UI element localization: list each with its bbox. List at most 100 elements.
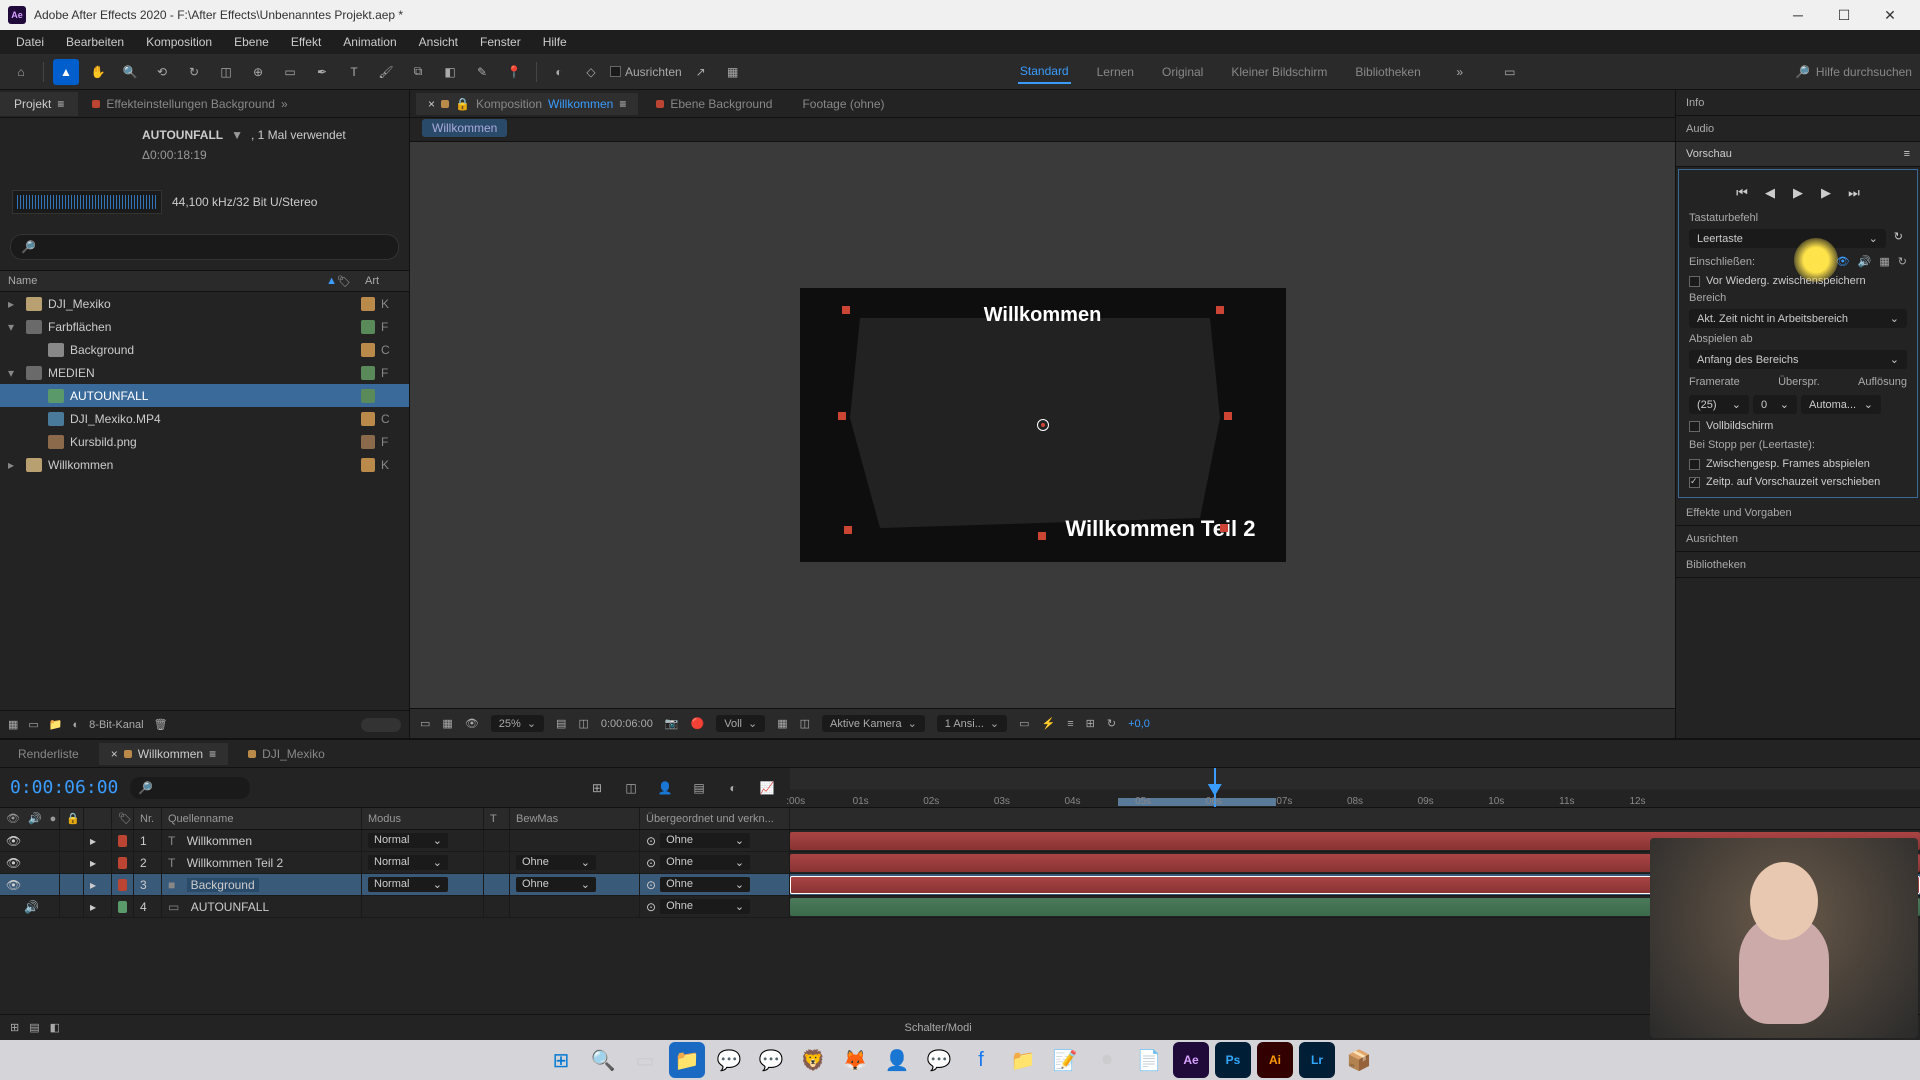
roto-tool[interactable]: ✎ [469,59,495,85]
panel-audio[interactable]: Audio [1676,116,1920,142]
fast-preview-icon[interactable]: ⚡ [1042,717,1056,730]
orbit-tool[interactable]: ⟲ [149,59,175,85]
pickwhip-icon[interactable]: ⊙ [646,900,656,914]
skip-dropdown[interactable]: 0⌄ [1753,395,1797,414]
toggle-in-out-icon[interactable]: ◧ [50,1021,60,1034]
expand-icon[interactable]: ▸ [90,834,96,848]
taskbar-notes-icon[interactable]: 📝 [1047,1042,1083,1078]
align-checkbox[interactable] [610,66,621,77]
tab-dji-mexiko[interactable]: DJI_Mexiko [236,743,337,765]
tree-item-farbflaechen[interactable]: ▾ Farbflächen F [0,315,409,338]
taskbar-illustrator-icon[interactable]: Ai [1257,1042,1293,1078]
time-display[interactable]: 0:00:06:00 [601,718,653,730]
include-overlays-icon[interactable]: ▦ [1879,255,1889,268]
mask-handle[interactable] [1038,532,1046,540]
close-icon[interactable]: × [111,747,118,761]
solo-col-icon[interactable]: ● [50,813,57,825]
anchor-point-icon[interactable] [1037,419,1049,431]
last-frame-button[interactable]: ⏭ [1845,184,1863,202]
lock-col-icon[interactable]: 🔒 [60,808,84,829]
parent-dropdown[interactable]: Ohne⌄ [660,833,750,848]
layer-color-icon[interactable] [118,835,127,847]
cache-checkbox[interactable] [1689,276,1700,287]
current-time[interactable]: 0:00:06:00 [10,777,118,798]
breadcrumb[interactable]: Willkommen [422,119,507,137]
text-tool[interactable]: T [341,59,367,85]
viewer-tab-footage[interactable]: Footage (ohne) [790,93,896,115]
selection-tool[interactable]: ▲ [53,59,79,85]
guides-icon[interactable]: ◫ [800,717,810,730]
layer-name[interactable]: Willkommen Teil 2 [187,856,283,870]
layer-row-4[interactable]: 🔊 ▸ 4 ▭ AUTOUNFALL ⊙Ohne⌄ [0,896,1920,918]
taskbar-taskview-icon[interactable]: ▭ [627,1042,663,1078]
tree-item-dji-mexiko[interactable]: ▸ DJI_Mexiko K [0,292,409,315]
pickwhip-icon[interactable]: ⊙ [646,856,656,870]
timeline-icon[interactable]: ≡ [1067,718,1073,730]
grid-icon[interactable]: ▦ [720,59,746,85]
new-adjust-icon[interactable]: ◐ [73,719,80,731]
shape-tool[interactable]: ▭ [277,59,303,85]
hand-tool[interactable]: ✋ [85,59,111,85]
taskbar-start-icon[interactable]: ⊞ [543,1042,579,1078]
audio-col-icon[interactable]: 🔊 [28,812,42,825]
home-tool[interactable]: ⌂ [8,59,34,85]
expand-icon[interactable]: ▸ [90,900,96,914]
taskbar-obs-icon[interactable]: ⏺ [1089,1042,1125,1078]
layer-name[interactable]: Willkommen [187,834,252,848]
tab-project[interactable]: Projekt ≡ [0,92,78,116]
camera-dropdown[interactable]: Aktive Kamera⌄ [822,715,925,732]
first-frame-button[interactable]: ⏮ [1733,184,1751,202]
interpret-icon[interactable]: ▦ [8,718,18,731]
col-tag-icon[interactable]: 🏷 [337,275,365,288]
taskbar-app-icon[interactable]: 👤 [879,1042,915,1078]
mask-handle[interactable] [1216,306,1224,314]
tab-effect-controls[interactable]: Effekteinstellungen Background » [78,92,301,116]
rotate-tool[interactable]: ↻ [181,59,207,85]
tree-item-dji-mp4[interactable]: DJI_Mexiko.MP4 C [0,407,409,430]
taskbar-whatsapp-icon[interactable]: 💬 [753,1042,789,1078]
taskbar-facebook-icon[interactable]: f [963,1042,999,1078]
include-audio-icon[interactable]: 🔊 [1858,255,1872,268]
bpc-label[interactable]: 8-Bit-Kanal [89,719,143,731]
delete-icon[interactable]: 🗑 [154,718,168,731]
eraser-tool[interactable]: ◧ [437,59,463,85]
visibility-col-icon[interactable]: 👁 [6,812,20,825]
shortcut-dropdown[interactable]: Leertaste⌄ [1689,229,1886,248]
workspace-kleiner[interactable]: Kleiner Bildschirm [1229,61,1329,83]
comp-mini-flowchart-icon[interactable]: ⊞ [584,775,610,801]
layer-color-icon[interactable] [118,879,127,891]
play-from-dropdown[interactable]: Anfang des Bereichs⌄ [1689,350,1907,369]
channel-icon[interactable]: 🔴 [691,717,705,730]
col-art[interactable]: Art [365,275,401,287]
taskbar-explorer-icon[interactable]: 📁 [669,1042,705,1078]
workspace-reset-icon[interactable]: ▭ [1497,59,1523,85]
parent-dropdown[interactable]: Ohne⌄ [660,877,750,892]
reset-icon[interactable]: ↻ [1890,226,1907,251]
snapping-icon[interactable]: ↗ [688,59,714,85]
resolution-dropdown[interactable]: Voll⌄ [716,715,765,732]
cached-frames-checkbox[interactable] [1689,459,1700,470]
zoom-tool[interactable]: 🔍 [117,59,143,85]
framerate-dropdown[interactable]: (25)⌄ [1689,395,1749,414]
taskbar-app2-icon[interactable]: 📦 [1341,1042,1377,1078]
reset-exposure-icon[interactable]: ↻ [1107,717,1116,730]
menu-effekt[interactable]: Effekt [281,32,331,52]
time-ruler[interactable]: :00s 01s 02s 03s 04s 05s 06s 07s 08s 09s… [790,768,1920,807]
clone-tool[interactable]: ⧉ [405,59,431,85]
workspace-bibliotheken[interactable]: Bibliotheken [1353,61,1422,83]
lock-icon[interactable]: 🔒 [455,97,470,111]
pickwhip-icon[interactable]: ⊙ [646,878,656,892]
layer-color-icon[interactable] [118,901,127,913]
always-preview-icon[interactable]: ▭ [420,717,430,730]
grid-icon[interactable]: ▦ [777,717,787,730]
mode-dropdown[interactable]: Normal⌄ [368,855,448,870]
tree-item-medien[interactable]: ▾ MEDIEN F [0,361,409,384]
tree-item-willkommen[interactable]: ▸ Willkommen K [0,453,409,476]
loop-icon[interactable]: ↻ [1898,255,1907,268]
tree-item-kursbild[interactable]: Kursbild.png F [0,430,409,453]
viewer-tab-layer[interactable]: Ebene Background [644,93,784,115]
prev-frame-button[interactable]: ◀ [1761,184,1779,202]
taskbar-messenger-icon[interactable]: 💬 [921,1042,957,1078]
col-parent[interactable]: Übergeordnet und verkn... [640,808,790,829]
mask-handle[interactable] [844,526,852,534]
